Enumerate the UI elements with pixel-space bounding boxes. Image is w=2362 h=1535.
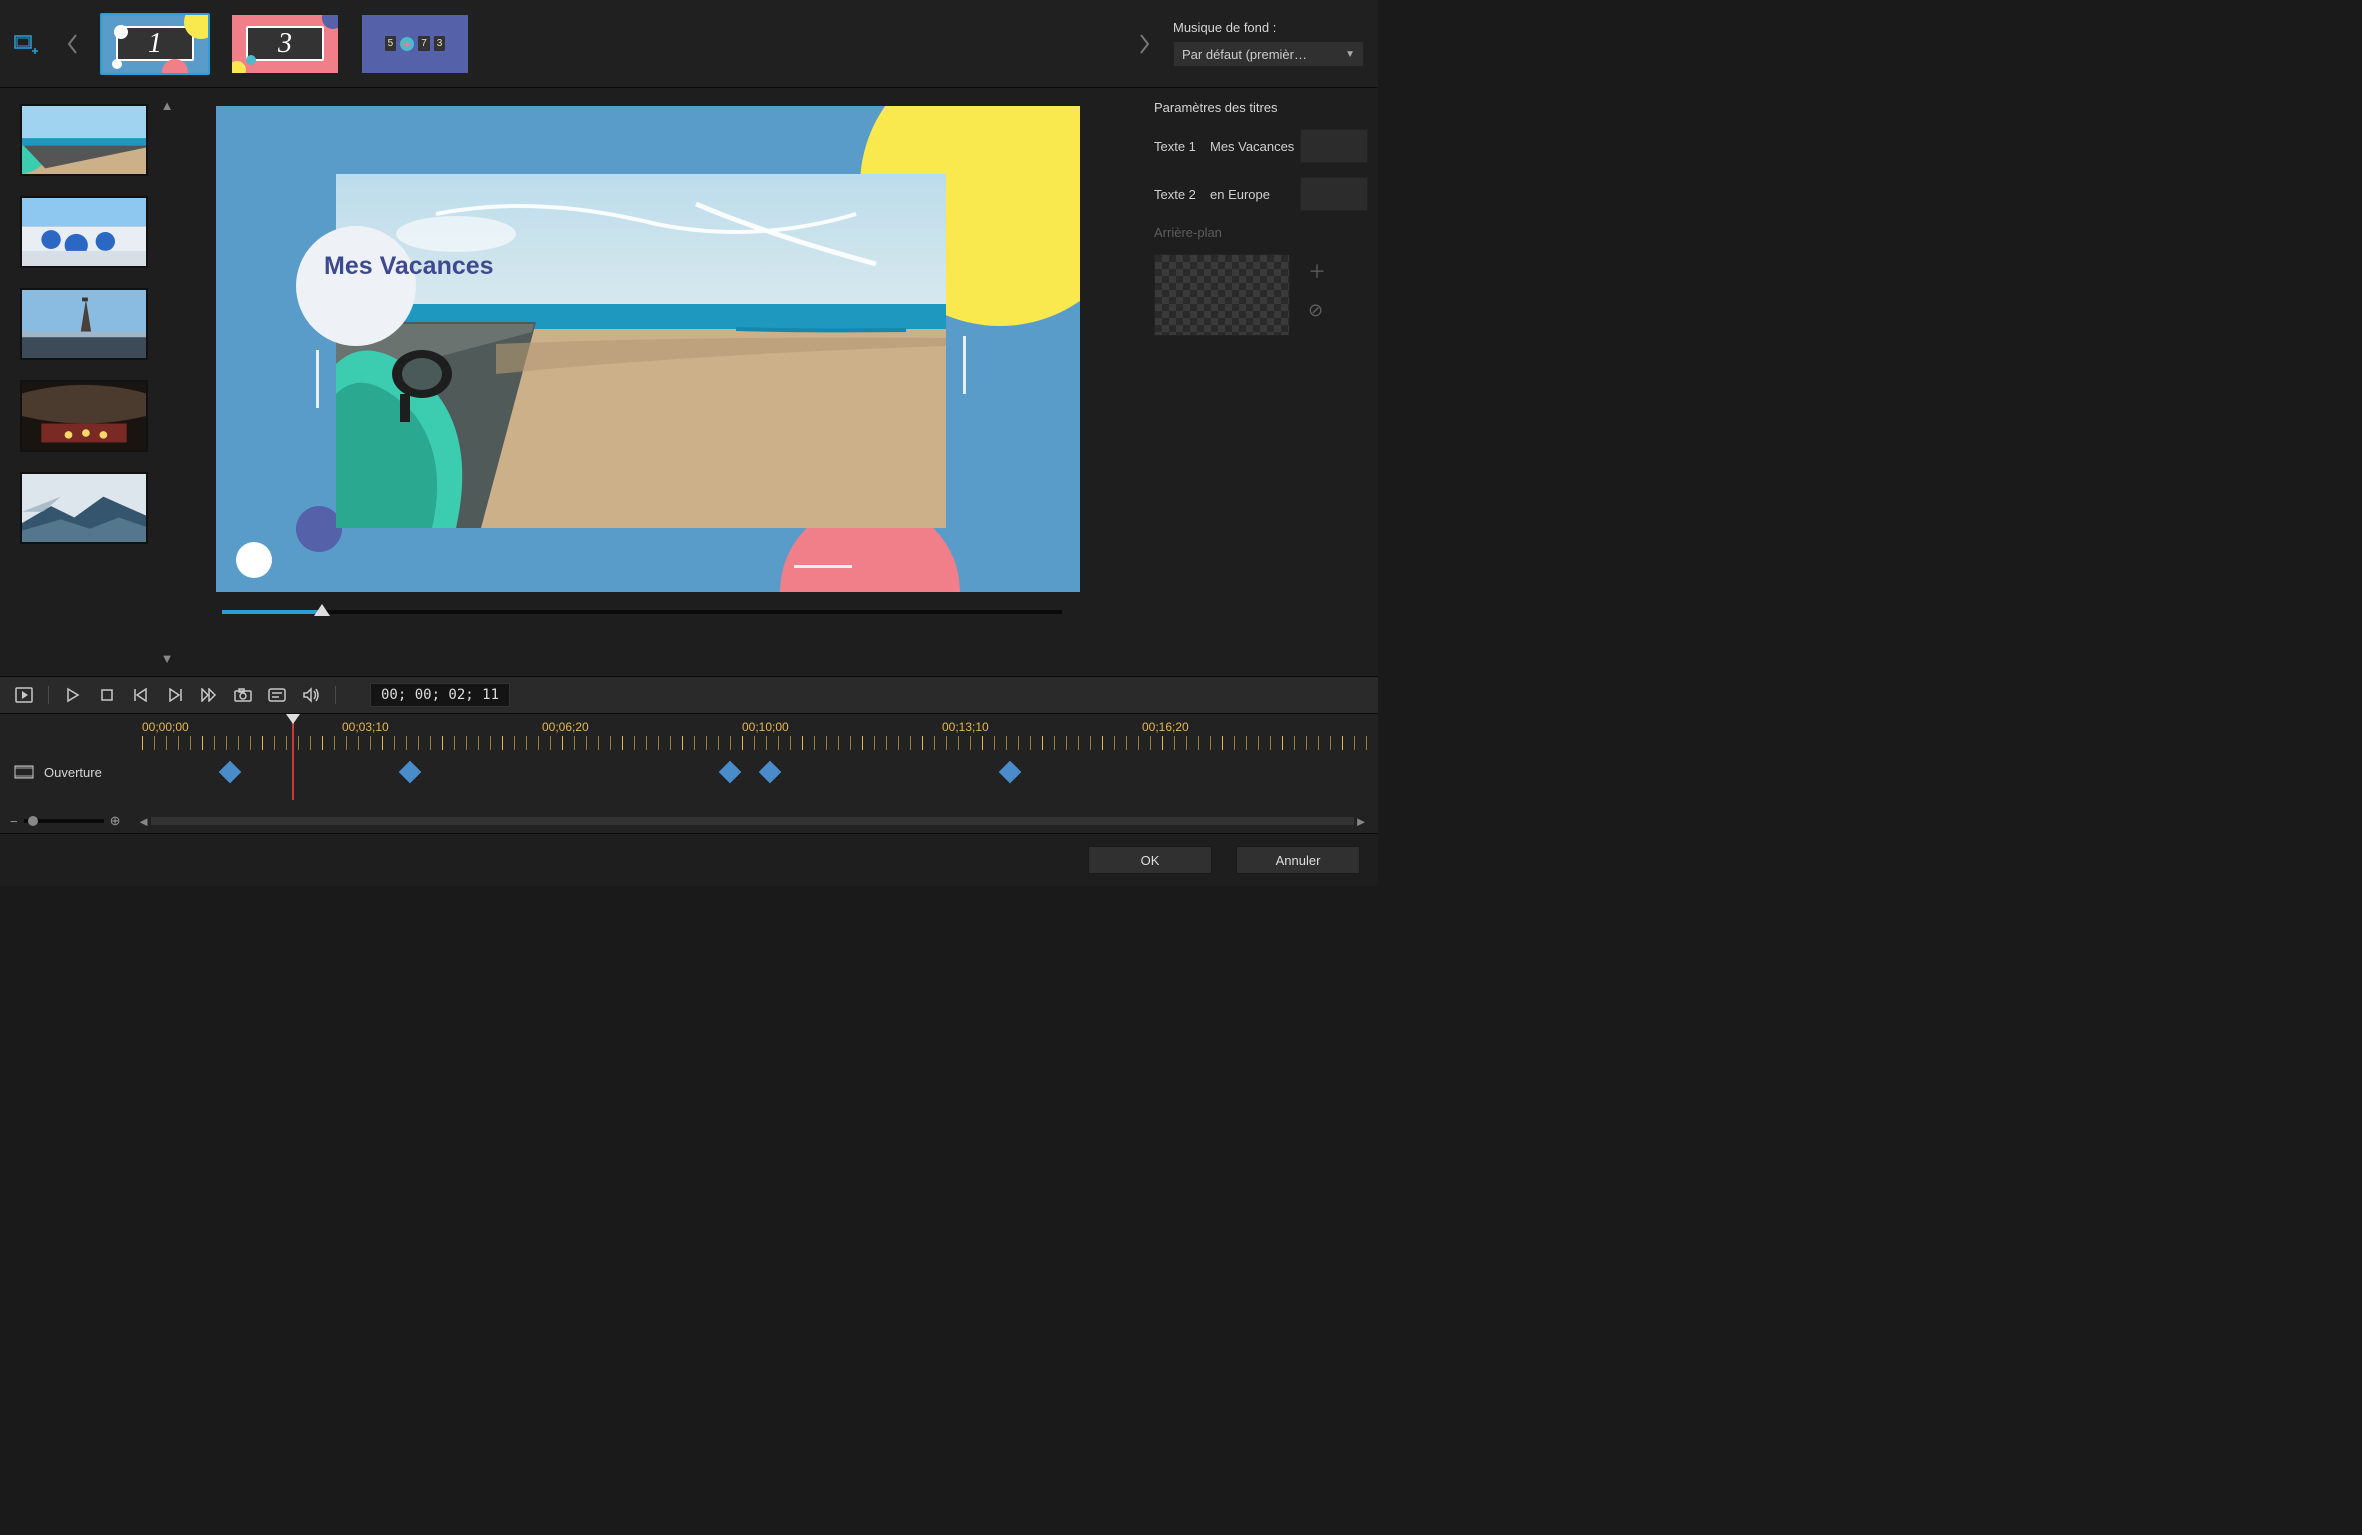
template-thumb-2[interactable]: 3: [230, 13, 340, 75]
template-strip: 1 3 5 + 7 3: [100, 13, 1117, 75]
keyframe[interactable]: [719, 761, 742, 784]
timeline: 00;00;00 00;03;10 00;06;20 00;10;00 00;1…: [0, 714, 1378, 834]
caption-icon[interactable]: [263, 682, 291, 708]
template-next-icon[interactable]: [1135, 14, 1155, 74]
scroll-right-icon[interactable]: ►: [1354, 814, 1368, 829]
preview-column: Mes Vacances: [180, 88, 1148, 676]
clip-thumb-4[interactable]: [20, 380, 148, 452]
transport-bar: 00; 00; 02; 11: [0, 676, 1378, 714]
keyframe[interactable]: [759, 761, 782, 784]
step-fwd-icon[interactable]: [161, 682, 189, 708]
clip-thumb-1[interactable]: [20, 104, 148, 176]
step-back-icon[interactable]: [127, 682, 155, 708]
clip-thumb-3[interactable]: [20, 288, 148, 360]
timeline-hscroll[interactable]: ◄ ►: [137, 814, 1369, 828]
clip-column: ▲ ▼: [0, 88, 180, 676]
keyframe[interactable]: [999, 761, 1022, 784]
text1-edit-box[interactable]: [1300, 129, 1368, 163]
keyframe[interactable]: [219, 761, 242, 784]
track-body[interactable]: [142, 750, 1378, 794]
volume-icon[interactable]: [297, 682, 325, 708]
clear-background-icon[interactable]: ⊘: [1308, 300, 1326, 321]
music-value: Par défaut (premièr…: [1182, 47, 1307, 62]
clip-thumb-5[interactable]: [20, 472, 148, 544]
play-media-icon[interactable]: [10, 682, 38, 708]
template-thumb-1[interactable]: 1: [100, 13, 210, 75]
ok-button[interactable]: OK: [1088, 846, 1212, 874]
layout-tool-icon[interactable]: [10, 28, 44, 60]
text1-label: Texte 1: [1154, 139, 1204, 154]
preview-canvas[interactable]: Mes Vacances: [216, 106, 1080, 592]
scroll-up-icon[interactable]: ▲: [161, 98, 174, 113]
cancel-button[interactable]: Annuler: [1236, 846, 1360, 874]
clip-scrollbar[interactable]: ▲ ▼: [160, 98, 174, 666]
text2-edit-box[interactable]: [1300, 177, 1368, 211]
background-swatch[interactable]: [1154, 254, 1290, 336]
timeline-ruler[interactable]: 00;00;00 00;03;10 00;06;20 00;10;00 00;1…: [142, 714, 1368, 750]
background-label: Arrière-plan: [1154, 225, 1368, 240]
template-digit: 3: [246, 26, 324, 62]
seek-head-icon[interactable]: [314, 604, 330, 616]
text1-value: Mes Vacances: [1210, 139, 1294, 154]
add-background-icon[interactable]: ＋: [1308, 258, 1326, 284]
play-icon[interactable]: [59, 682, 87, 708]
scroll-down-icon[interactable]: ▼: [161, 651, 174, 666]
text2-value: en Europe: [1210, 187, 1294, 202]
preview-seek-bar[interactable]: [222, 610, 1062, 614]
track-header: Ouverture: [0, 765, 142, 780]
snapshot-icon[interactable]: [229, 682, 257, 708]
music-select[interactable]: Par défaut (premièr… ▼: [1173, 41, 1364, 67]
template-topbar: 1 3 5 + 7 3 Musique de fond : Par défaut…: [0, 0, 1378, 88]
timecode-display[interactable]: 00; 00; 02; 11: [370, 683, 510, 707]
fast-fwd-icon[interactable]: [195, 682, 223, 708]
zoom-control[interactable]: − ⊕: [10, 813, 121, 829]
track-icon: [14, 765, 34, 779]
right-panel-heading: Paramètres des titres: [1154, 100, 1368, 115]
music-label: Musique de fond :: [1173, 20, 1364, 35]
zoom-out-icon[interactable]: −: [10, 814, 18, 829]
plus-icon: +: [400, 37, 414, 51]
template-prev-icon[interactable]: [62, 14, 82, 74]
right-panel: Paramètres des titres Texte 1 Mes Vacanc…: [1148, 88, 1378, 676]
clip-thumb-2[interactable]: [20, 196, 148, 268]
playhead[interactable]: [292, 714, 294, 800]
template-thumb-3[interactable]: 5 + 7 3: [360, 13, 470, 75]
chevron-down-icon: ▼: [1345, 49, 1355, 60]
keyframe[interactable]: [399, 761, 422, 784]
text2-label: Texte 2: [1154, 187, 1204, 202]
scroll-left-icon[interactable]: ◄: [137, 814, 151, 829]
zoom-in-icon[interactable]: ⊕: [110, 813, 121, 829]
dialog-footer: OK Annuler: [0, 834, 1378, 886]
music-panel: Musique de fond : Par défaut (premièr… ▼: [1173, 20, 1368, 67]
preview-title-text[interactable]: Mes Vacances: [324, 252, 494, 281]
stop-icon[interactable]: [93, 682, 121, 708]
track-label: Ouverture: [44, 765, 102, 780]
